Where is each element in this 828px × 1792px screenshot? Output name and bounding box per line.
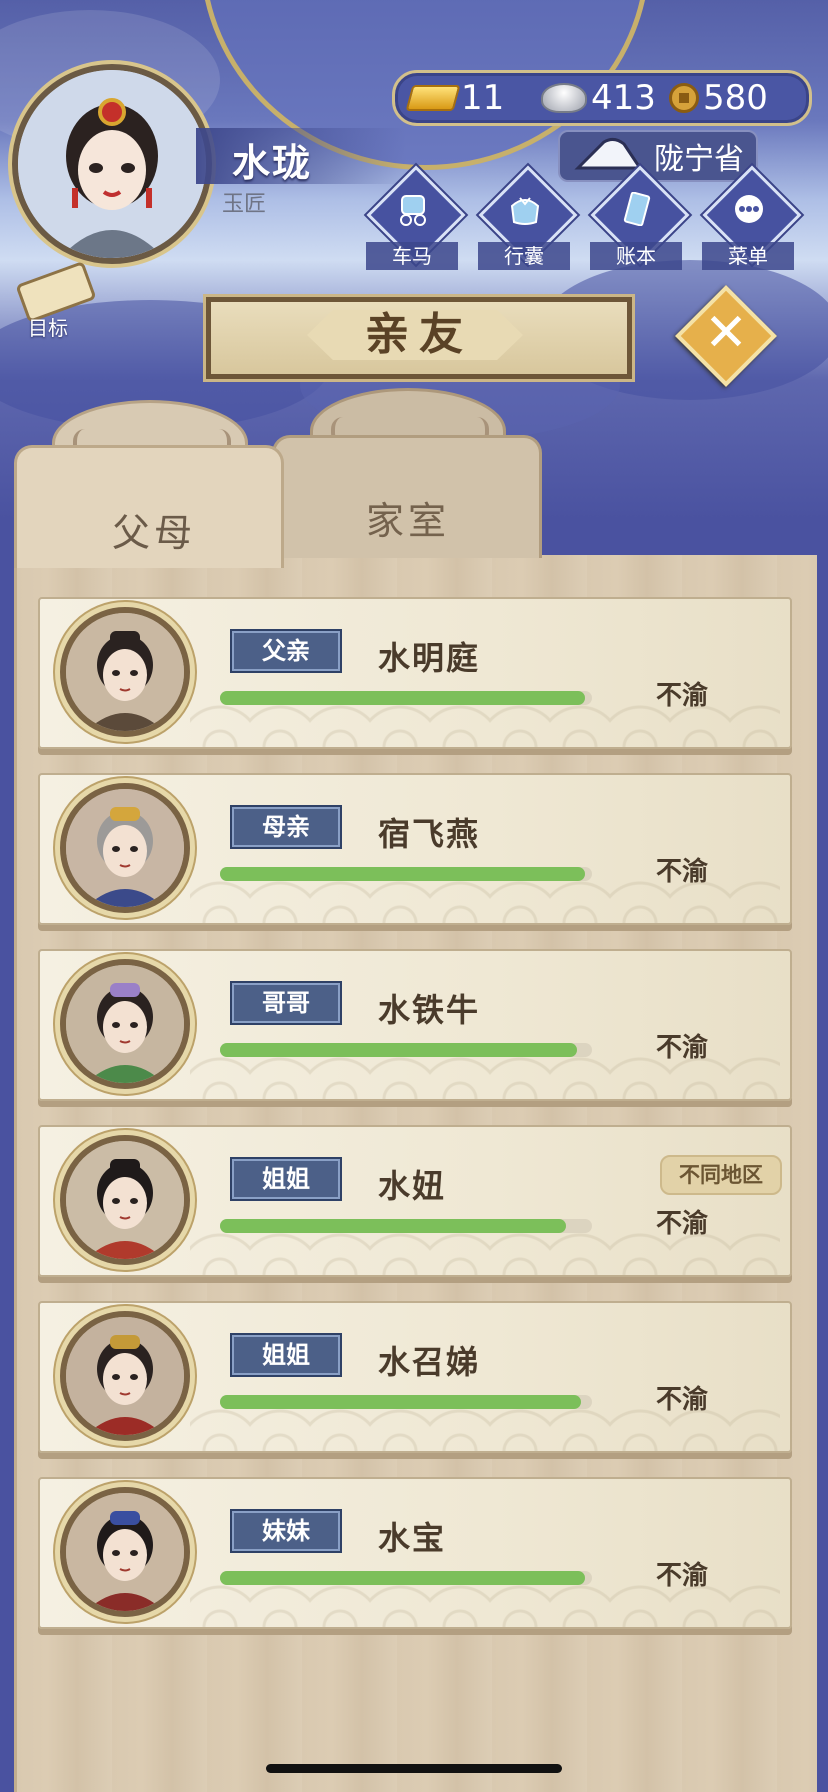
silver-currency: 413 <box>541 78 656 118</box>
member-name: 水明庭 <box>378 639 481 677</box>
member-name: 水宝 <box>378 1519 447 1557</box>
player-occupation: 玉匠 <box>222 192 267 217</box>
carriage-icon <box>400 195 426 226</box>
member-portrait-icon <box>66 1141 184 1259</box>
bundle-icon <box>510 197 540 225</box>
goal-label: 目标 <box>28 316 68 340</box>
relation-badge: 哥哥 <box>230 981 342 1025</box>
province-name: 陇宁省 <box>654 142 744 177</box>
member-avatar[interactable] <box>60 1487 190 1617</box>
silver-amount: 413 <box>591 78 656 118</box>
mountain-icon <box>574 137 643 170</box>
silver-ingot-icon <box>541 83 587 113</box>
mood-status: 不渝 <box>656 1385 709 1415</box>
member-avatar[interactable] <box>60 1135 190 1265</box>
family-member-card[interactable]: 哥哥 水铁牛 不渝 <box>38 949 792 1101</box>
member-avatar[interactable] <box>60 607 190 737</box>
family-member-card[interactable]: 姐姐 水妞 不渝 不同地区 <box>38 1125 792 1277</box>
player-avatar[interactable] <box>12 64 212 264</box>
affection-bar-fill <box>220 1571 585 1585</box>
member-name: 水召娣 <box>378 1343 481 1381</box>
coin-amount: 580 <box>703 78 768 118</box>
member-portrait-icon <box>66 789 184 907</box>
coin-currency: 580 <box>669 78 768 118</box>
gold-ingot-icon <box>405 85 461 111</box>
affection-bar <box>220 1395 592 1409</box>
mood-status: 不渝 <box>656 857 709 887</box>
affection-bar <box>220 1571 592 1585</box>
relation-badge: 姐姐 <box>230 1333 342 1377</box>
bundle-label: 行囊 <box>478 242 570 270</box>
menu-label: 菜单 <box>702 242 794 270</box>
affection-bar-fill <box>220 1043 578 1057</box>
affection-bar-fill <box>220 691 585 705</box>
ledger-button[interactable]: 账本 <box>590 165 690 270</box>
member-avatar[interactable] <box>60 959 190 1089</box>
home-indicator <box>266 1764 562 1773</box>
menu-button[interactable]: 菜单 <box>702 165 802 270</box>
currency-bar: 11 413 580 <box>392 70 812 126</box>
ledger-icon <box>623 192 651 226</box>
affection-bar-fill <box>220 1219 566 1233</box>
family-member-card[interactable]: 父亲 水明庭 不渝 <box>38 597 792 749</box>
mood-status: 不渝 <box>656 1033 709 1063</box>
affection-bar-fill <box>220 867 585 881</box>
relation-badge: 父亲 <box>230 629 342 673</box>
mood-status: 不渝 <box>656 1561 709 1591</box>
tab-parents-label[interactable]: 父母 <box>112 502 196 557</box>
relation-badge: 姐姐 <box>230 1157 342 1201</box>
member-name: 水铁牛 <box>378 991 481 1029</box>
member-avatar[interactable] <box>60 783 190 913</box>
carriage-button[interactable]: 车马 <box>366 165 466 270</box>
affection-bar <box>220 1219 592 1233</box>
goal-button[interactable]: 目标 <box>14 260 97 340</box>
player-portrait-icon <box>18 70 206 258</box>
region-badge: 不同地区 <box>660 1155 782 1195</box>
mood-status: 不渝 <box>656 681 709 711</box>
carriage-label: 车马 <box>366 242 458 270</box>
member-portrait-icon <box>66 965 184 1083</box>
bundle-button[interactable]: 行囊 <box>478 165 578 270</box>
tab-household-label[interactable]: 家室 <box>366 490 450 545</box>
member-portrait-icon <box>66 1493 184 1611</box>
affection-bar <box>220 691 592 705</box>
family-member-card[interactable]: 妹妹 水宝 不渝 <box>38 1477 792 1629</box>
affection-bar-fill <box>220 1395 581 1409</box>
copper-coin-icon <box>669 83 699 113</box>
member-avatar[interactable] <box>60 1311 190 1441</box>
affection-bar <box>220 867 592 881</box>
relation-badge: 母亲 <box>230 805 342 849</box>
gold-currency: 11 <box>405 78 505 118</box>
ledger-label: 账本 <box>590 242 682 270</box>
player-name: 水珑 <box>232 141 313 185</box>
panel-title: 亲友 <box>365 309 473 360</box>
member-portrait-icon <box>66 1317 184 1435</box>
member-name: 宿飞燕 <box>378 815 481 853</box>
member-portrait-icon <box>66 613 184 731</box>
relation-badge: 妹妹 <box>230 1509 342 1553</box>
family-member-card[interactable]: 母亲 宿飞燕 不渝 <box>38 773 792 925</box>
gold-amount: 11 <box>461 78 505 118</box>
affection-bar <box>220 1043 592 1057</box>
family-member-card[interactable]: 姐姐 水召娣 不渝 <box>38 1301 792 1453</box>
member-name: 水妞 <box>378 1167 447 1205</box>
more-icon <box>735 195 763 223</box>
close-icon[interactable]: ✕ <box>686 298 766 372</box>
mood-status: 不渝 <box>656 1209 709 1239</box>
